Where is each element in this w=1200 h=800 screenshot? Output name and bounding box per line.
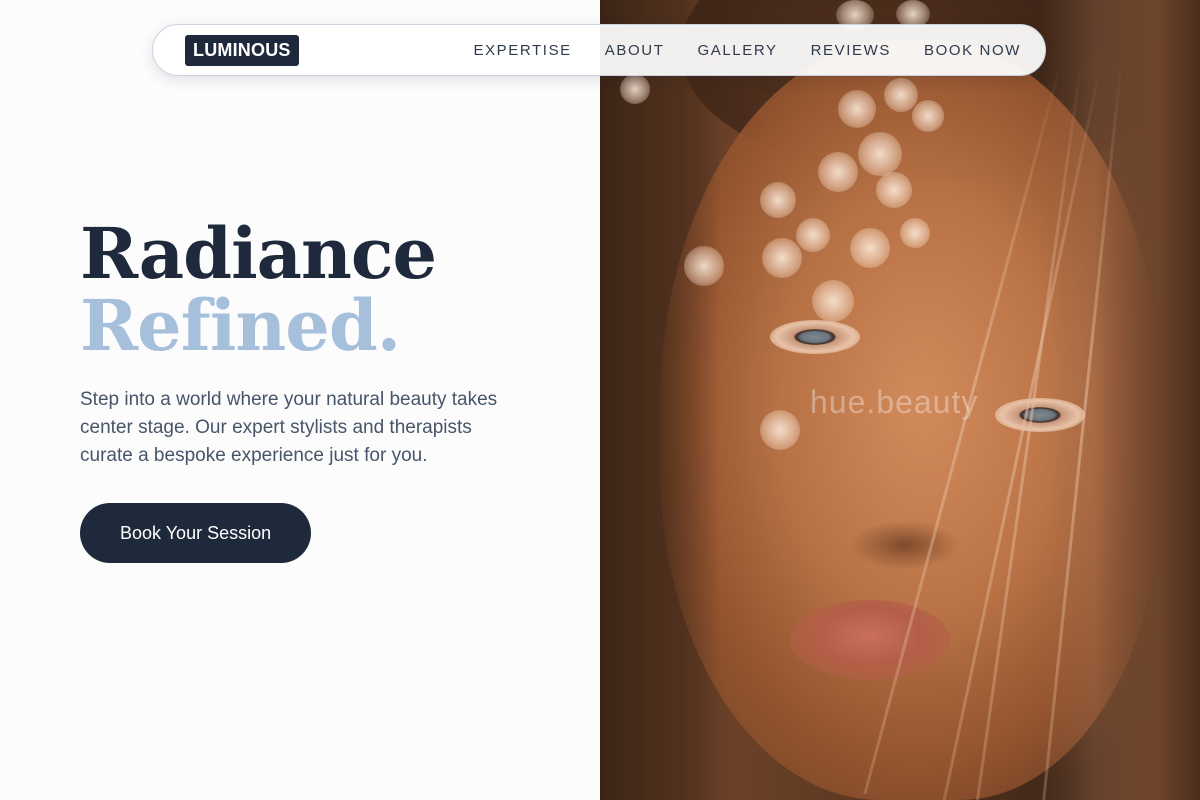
bokeh-light [876, 172, 912, 208]
top-nav: LUMINOUS EXPERTISE ABOUT GALLERY REVIEWS… [152, 24, 1046, 76]
bokeh-light [838, 90, 876, 128]
bokeh-light [812, 280, 854, 322]
bokeh-light [850, 228, 890, 268]
hero-title-line-2: Refined. [80, 284, 401, 367]
nav-link-book-now[interactable]: BOOK NOW [924, 42, 1021, 59]
hero-title-line-1: Radiance [80, 212, 437, 295]
nose-shape [850, 520, 960, 570]
lips-shape [790, 600, 950, 680]
nav-link-about[interactable]: ABOUT [605, 42, 665, 59]
hero-section: Radiance Refined. Step into a world wher… [80, 218, 540, 563]
left-eye-shape [770, 320, 860, 354]
photo-watermark: hue.beauty [810, 384, 979, 420]
bokeh-light [760, 182, 796, 218]
nav-links: EXPERTISE ABOUT GALLERY REVIEWS BOOK NOW [473, 42, 1021, 59]
bokeh-light [858, 132, 902, 176]
right-eye-shape [995, 398, 1085, 432]
hair-left-shape [600, 0, 720, 800]
nav-link-reviews[interactable]: REVIEWS [811, 42, 891, 59]
bokeh-light [762, 238, 802, 278]
brand-logo[interactable]: LUMINOUS [185, 34, 299, 66]
bokeh-light [796, 218, 830, 252]
book-session-button[interactable]: Book Your Session [80, 503, 312, 563]
bokeh-light [620, 74, 650, 104]
bokeh-light [912, 100, 944, 132]
bokeh-light [900, 218, 930, 248]
nav-link-gallery[interactable]: GALLERY [697, 42, 777, 59]
hero-portrait-image: hue.beauty [600, 0, 1200, 800]
bokeh-light [884, 78, 918, 112]
bokeh-light [760, 410, 800, 450]
bokeh-light [818, 152, 858, 192]
nav-link-expertise[interactable]: EXPERTISE [473, 42, 571, 59]
hero-description: Step into a world where your natural bea… [80, 389, 498, 466]
bokeh-light [684, 246, 724, 286]
